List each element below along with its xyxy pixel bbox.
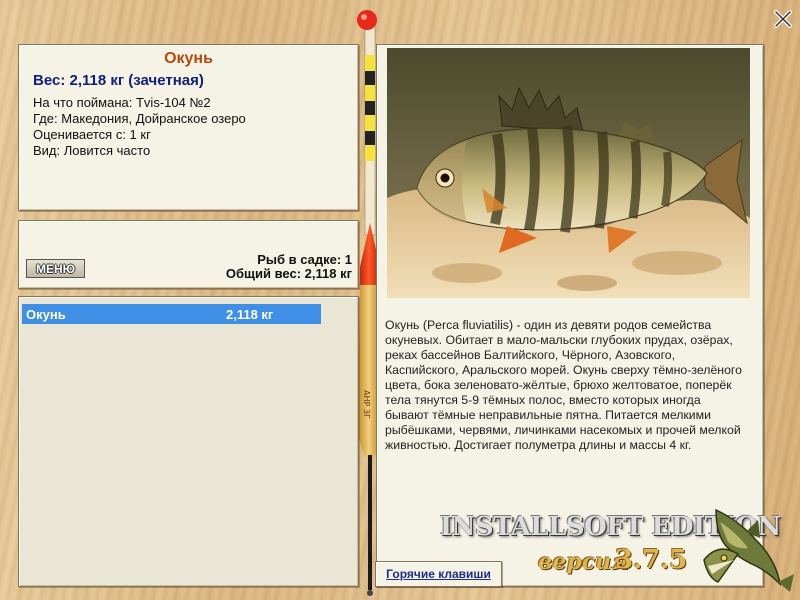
menu-button[interactable]: МЕНЮ: [26, 259, 85, 278]
list-item-name: Окунь: [26, 307, 66, 322]
frequency-info: Вид: Ловится часто: [33, 143, 151, 158]
list-item-weight: 2,118 кг: [226, 307, 274, 322]
pike-fish-icon: [703, 508, 794, 592]
fish-info-panel: Окунь Вес: 2,118 кг (зачетная) На что по…: [18, 44, 359, 211]
fish-description: Окунь (Perca fluviatilis) - один из девя…: [385, 318, 742, 452]
version-number: 3.7.5: [615, 545, 688, 575]
close-icon[interactable]: [772, 8, 794, 30]
fish-weight: Вес: 2,118 кг (зачетная): [33, 72, 204, 89]
bait-info: На что поймана: Tvis-104 №2: [33, 95, 211, 110]
fish-count: Рыб в садке: 1: [257, 252, 352, 267]
location-info: Где: Македония, Дойранское озеро: [33, 111, 246, 126]
float-marking: АНР 3Г: [362, 390, 371, 419]
keepnet-stats-panel: МЕНЮ Рыб в садке: 1 Общий вес: 2,118 кг: [18, 220, 359, 289]
hotkeys-button[interactable]: Горячие клавиши: [375, 561, 502, 587]
total-weight: Общий вес: 2,118 кг: [225, 266, 352, 281]
fish-name-title: Окунь: [164, 50, 213, 67]
score-threshold-info: Оценивается с: 1 кг: [33, 127, 151, 142]
catch-list: Окунь 2,118 кг: [18, 296, 359, 587]
list-item[interactable]: Окунь 2,118 кг: [22, 304, 321, 324]
fish-photo: [387, 48, 750, 298]
